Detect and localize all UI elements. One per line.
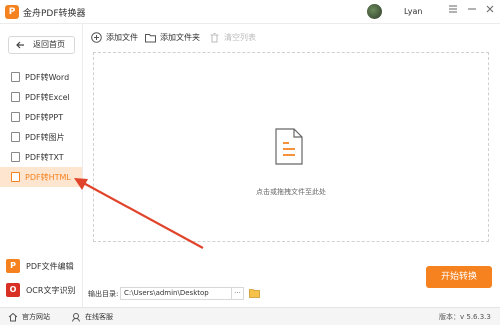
html-document-icon <box>11 172 20 182</box>
output-dir-path: C:\Users\admin\Desktop <box>124 289 209 297</box>
version-text: 版本：v 5.6.3.3 <box>439 313 491 321</box>
start-convert-button[interactable]: 开始转换 <box>426 266 492 288</box>
add-file-label: 添加文件 <box>106 33 138 42</box>
document-icon <box>274 128 304 166</box>
sidebar-item-label: PDF转PPT <box>25 113 64 122</box>
sidebar-item-pdf-to-html[interactable]: PDF转HTML <box>0 167 82 187</box>
ocr-label: OCR文字识别 <box>26 286 76 295</box>
clear-list-button[interactable]: 清空列表 <box>209 31 264 45</box>
back-arrow-icon <box>15 37 26 59</box>
app-logo-icon: P <box>5 5 19 19</box>
trash-icon <box>209 32 220 43</box>
online-support-label: 在线客服 <box>85 313 113 321</box>
sidebar: 返回首页 PDF转Word PDF转Excel PDF转PPT PDF转图片 P… <box>0 24 83 307</box>
user-name[interactable]: Lyan <box>404 7 422 16</box>
document-icon <box>11 92 20 102</box>
sidebar-item-label: PDF转TXT <box>25 153 64 162</box>
back-home-button[interactable]: 返回首页 <box>8 36 75 54</box>
open-folder-icon[interactable] <box>249 288 260 298</box>
output-dir-label: 输出目录: <box>88 290 119 298</box>
output-dir-field[interactable]: C:\Users\admin\Desktop ··· <box>120 287 244 300</box>
sidebar-item-pdf-to-word[interactable]: PDF转Word <box>0 67 82 87</box>
home-icon <box>8 312 18 322</box>
document-icon <box>11 112 20 122</box>
user-avatar[interactable] <box>367 4 382 19</box>
sidebar-item-pdf-to-ppt[interactable]: PDF转PPT <box>0 107 82 127</box>
sidebar-item-label: PDF转Word <box>25 73 70 82</box>
clear-list-label: 清空列表 <box>224 33 256 42</box>
pdf-editor-link[interactable]: P PDF文件编辑 <box>6 257 78 275</box>
add-folder-label: 添加文件夹 <box>160 33 200 42</box>
document-icon <box>11 72 20 82</box>
sidebar-item-pdf-to-image[interactable]: PDF转图片 <box>0 127 82 147</box>
document-icon <box>11 152 20 162</box>
sidebar-item-label: PDF转图片 <box>25 133 65 142</box>
sidebar-item-label: PDF转HTML <box>25 173 71 182</box>
ocr-link[interactable]: O OCR文字识别 <box>6 281 78 299</box>
back-home-label: 返回首页 <box>33 40 65 49</box>
minimize-icon[interactable] <box>465 4 479 18</box>
menu-icon[interactable] <box>446 4 460 18</box>
app-title: 金舟PDF转换器 <box>23 9 86 19</box>
toolbar: 添加文件 添加文件夹 清空列表 <box>83 24 500 51</box>
title-bar: P 金舟PDF转换器 Lyan <box>0 0 500 24</box>
sidebar-item-pdf-to-excel[interactable]: PDF转Excel <box>0 87 82 107</box>
pdf-editor-icon: P <box>6 259 20 273</box>
image-icon <box>11 132 20 142</box>
close-icon[interactable] <box>483 4 497 18</box>
status-bar: 官方网站 在线客服 版本：v 5.6.3.3 <box>0 307 500 325</box>
plus-circle-icon <box>91 32 102 43</box>
drop-hint-text: 点击或拖拽文件至此处 <box>256 188 326 196</box>
sidebar-item-pdf-to-txt[interactable]: PDF转TXT <box>0 147 82 167</box>
browse-button[interactable]: ··· <box>231 288 243 299</box>
sidebar-item-label: PDF转Excel <box>25 93 70 102</box>
pdf-editor-label: PDF文件编辑 <box>26 262 74 271</box>
headset-icon <box>71 312 81 322</box>
add-file-button[interactable]: 添加文件 <box>91 31 146 45</box>
official-website-label: 官方网站 <box>22 313 50 321</box>
add-folder-button[interactable]: 添加文件夹 <box>145 31 210 45</box>
ocr-icon: O <box>6 283 20 297</box>
folder-icon <box>145 32 156 43</box>
file-drop-zone[interactable]: 点击或拖拽文件至此处 <box>93 52 489 242</box>
